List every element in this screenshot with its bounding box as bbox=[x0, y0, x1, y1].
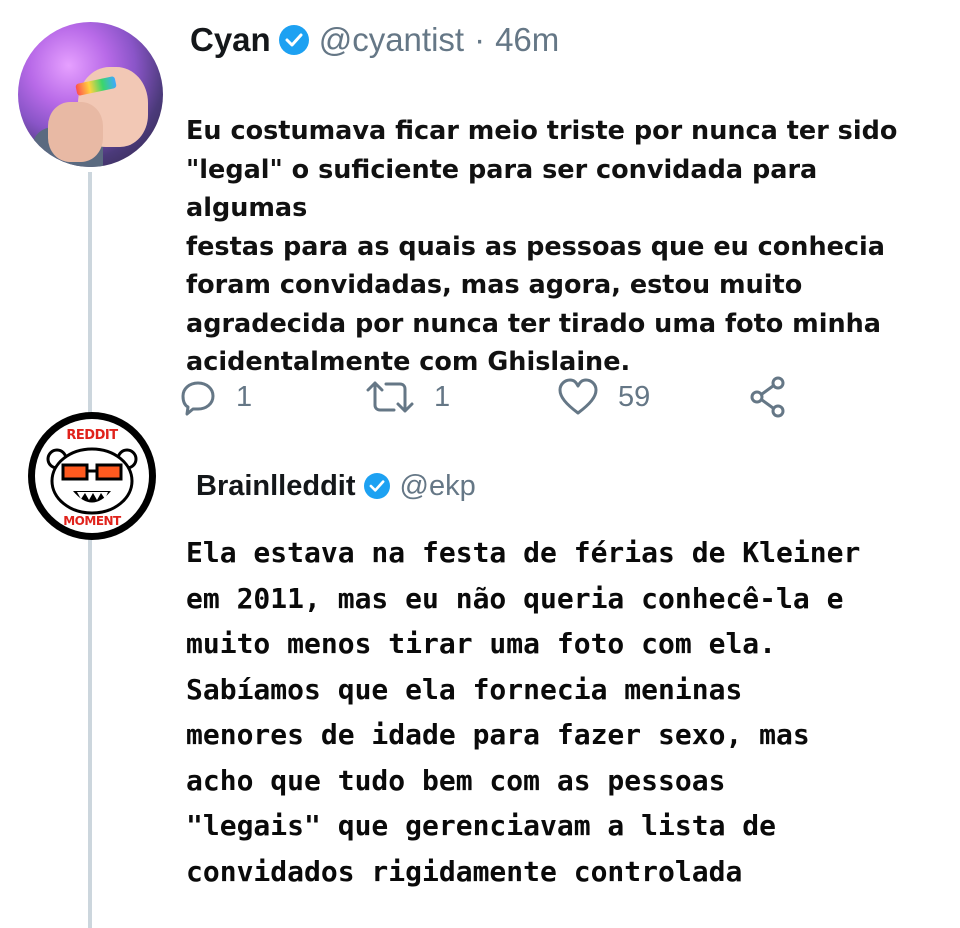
display-name[interactable]: Brainlleddit bbox=[196, 470, 356, 503]
tweet-text: Ela estava na festa de férias de Kleiner… bbox=[186, 536, 861, 888]
timestamp[interactable]: 46m bbox=[495, 21, 559, 59]
separator-dot: · bbox=[474, 21, 486, 58]
avatar-brainlleddit[interactable]: REDDIT MOMENT bbox=[28, 412, 156, 540]
display-name[interactable]: Cyan bbox=[190, 21, 271, 59]
tweet-actions: 1 1 59 bbox=[178, 372, 818, 422]
tweet-header: Brainlleddit @ekp bbox=[196, 464, 476, 508]
verified-badge-icon bbox=[363, 473, 390, 499]
share-button[interactable] bbox=[748, 372, 792, 422]
like-count: 59 bbox=[618, 380, 651, 413]
retweet-icon bbox=[364, 377, 416, 417]
reply-button[interactable]: 1 bbox=[178, 372, 252, 422]
verified-badge-icon bbox=[278, 25, 309, 55]
thread-line bbox=[88, 172, 92, 928]
avatar-cyan[interactable] bbox=[18, 22, 163, 167]
tweet-text: Eu costumava ficar meio triste por nunca… bbox=[186, 116, 898, 377]
retweet-count: 1 bbox=[434, 380, 451, 413]
user-handle[interactable]: @cyantist bbox=[319, 21, 464, 59]
logo-text-bottom: MOMENT bbox=[63, 514, 121, 528]
logo-text-top: REDDIT bbox=[66, 428, 118, 443]
retweet-button[interactable]: 1 bbox=[364, 372, 450, 422]
share-icon bbox=[748, 375, 792, 419]
like-icon bbox=[556, 377, 600, 417]
tweet-header: Cyan @cyantist · 46m bbox=[190, 18, 559, 62]
reply-count: 1 bbox=[236, 380, 253, 413]
user-handle[interactable]: @ekp bbox=[400, 470, 476, 503]
like-button[interactable]: 59 bbox=[556, 372, 650, 422]
reply-icon bbox=[178, 377, 218, 417]
